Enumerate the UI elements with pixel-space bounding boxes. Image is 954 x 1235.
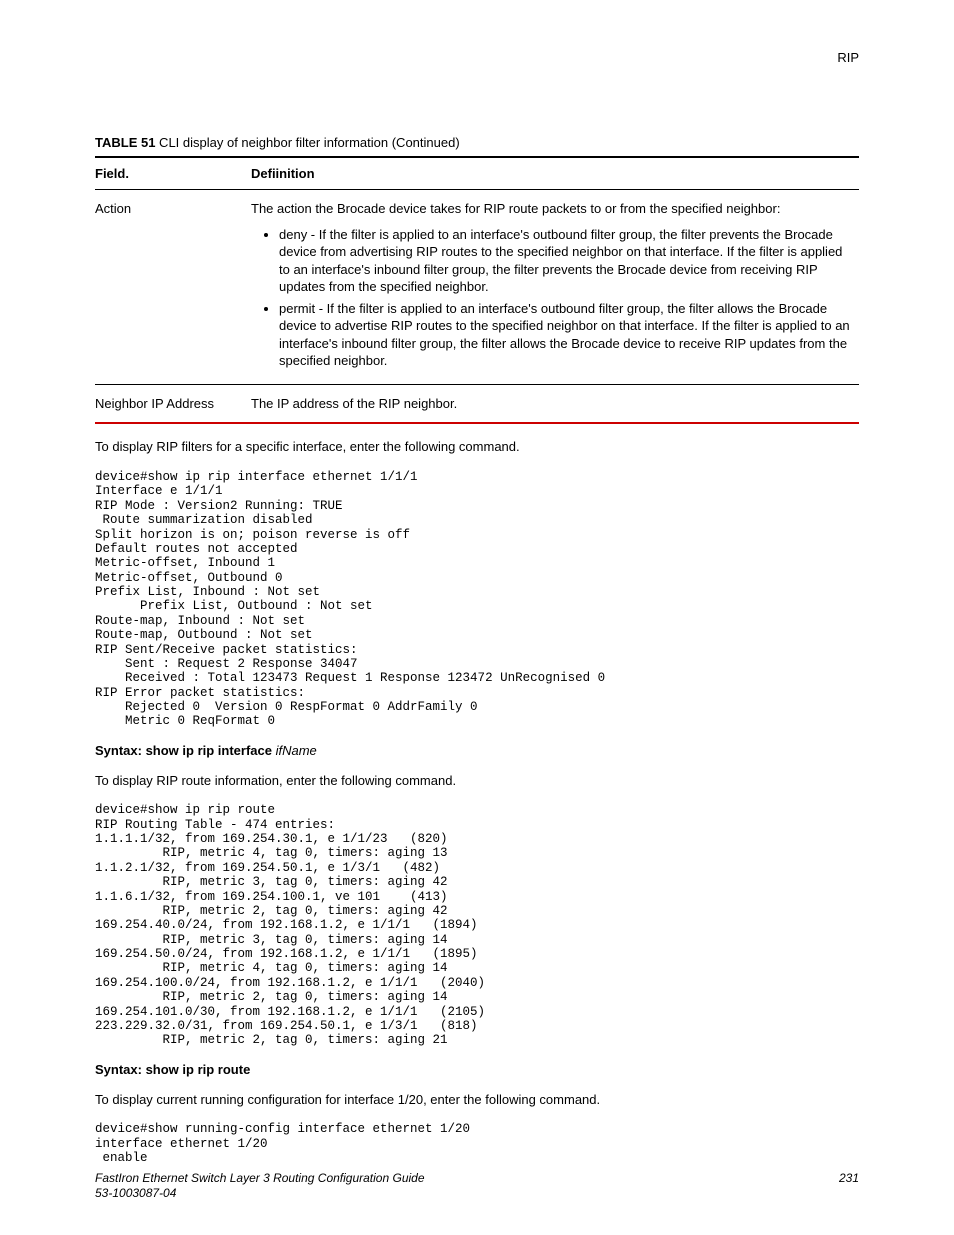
footer-docid: 53-1003087-04 — [95, 1186, 176, 1200]
filter-info-table: Field. Defiinition Action The action the… — [95, 158, 859, 422]
body-paragraph: To display current running configuration… — [95, 1091, 859, 1109]
code-listing: device#show running-config interface eth… — [95, 1122, 859, 1165]
body-paragraph: To display RIP filters for a specific in… — [95, 438, 859, 456]
field-definition: The action the Brocade device takes for … — [251, 190, 859, 384]
field-name: Neighbor IP Address — [95, 385, 251, 423]
table-title: CLI display of neighbor filter informati… — [155, 135, 459, 150]
field-name: Action — [95, 190, 251, 384]
table-number: TABLE 51 — [95, 135, 155, 150]
col-header-definition: Defiinition — [251, 158, 859, 189]
col-header-field: Field. — [95, 158, 251, 189]
syntax-bold: Syntax: show ip rip route — [95, 1062, 250, 1077]
code-listing: device#show ip rip interface ethernet 1/… — [95, 470, 859, 729]
code-listing: device#show ip rip route RIP Routing Tab… — [95, 803, 859, 1047]
table-row: Action The action the Brocade device tak… — [95, 190, 859, 384]
syntax-line: Syntax: show ip rip route — [95, 1062, 859, 1077]
body-paragraph: To display RIP route information, enter … — [95, 772, 859, 790]
rule-red — [95, 422, 859, 424]
syntax-line: Syntax: show ip rip interface ifName — [95, 743, 859, 758]
field-definition: The IP address of the RIP neighbor. — [251, 385, 859, 423]
header-section-label: RIP — [95, 50, 859, 65]
definition-bullets: deny - If the filter is applied to an in… — [251, 226, 853, 370]
table-row: Neighbor IP Address The IP address of th… — [95, 385, 859, 423]
page-footer: FastIron Ethernet Switch Layer 3 Routing… — [95, 1171, 859, 1201]
footer-title: FastIron Ethernet Switch Layer 3 Routing… — [95, 1171, 425, 1185]
syntax-param: ifName — [276, 743, 317, 758]
definition-intro: The action the Brocade device takes for … — [251, 201, 780, 216]
table-caption: TABLE 51 CLI display of neighbor filter … — [95, 135, 859, 150]
page-number: 231 — [839, 1171, 859, 1201]
syntax-bold: Syntax: show ip rip interface — [95, 743, 276, 758]
bullet-item: permit - If the filter is applied to an … — [279, 300, 853, 370]
bullet-item: deny - If the filter is applied to an in… — [279, 226, 853, 296]
